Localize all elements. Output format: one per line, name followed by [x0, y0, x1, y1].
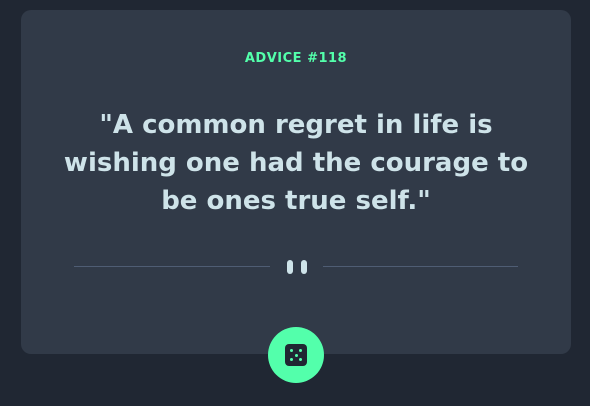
pattern-divider [74, 258, 518, 276]
new-advice-button[interactable] [268, 327, 324, 383]
advice-id: ADVICE #118 [244, 51, 348, 66]
advice-generator-app: ADVICE #118 "A common regret in life is … [0, 0, 590, 406]
pause-icon [287, 260, 307, 274]
divider-line-right [323, 266, 518, 267]
dice-icon [285, 344, 307, 366]
divider-line-left [74, 266, 270, 267]
advice-quote: "A common regret in life is wishing one … [63, 110, 529, 216]
advice-card: ADVICE #118 "A common regret in life is … [21, 10, 571, 354]
